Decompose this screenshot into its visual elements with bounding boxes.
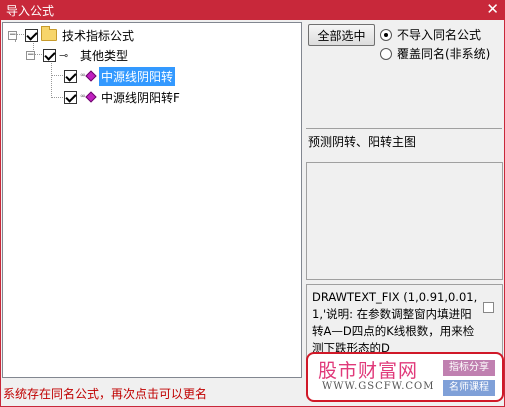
tree-label-root: 技术指标公式 [62, 28, 135, 43]
watermark-title: 股市财富网 [318, 360, 419, 382]
option-overwrite[interactable]: 覆盖同名(非系统) [380, 45, 490, 62]
formula-tree[interactable]: − 技术指标公式 − ⊸ 其他类型 ∞ 中源线阴阳转 ∞ 中源线阴阳转F [2, 22, 302, 378]
tree-item-label[interactable]: 中源线阴阳转F [99, 88, 182, 107]
watermark-tag: 指标分享 [443, 360, 495, 376]
tree-node-root[interactable]: − 技术指标公式 [8, 26, 136, 44]
description-panel: 预测阴转、阳转主图 [306, 128, 502, 158]
option-label: 不导入同名公式 [397, 28, 482, 42]
group-checkbox[interactable] [43, 48, 56, 62]
tree-item[interactable]: ∞ 中源线阴阳转 [60, 66, 176, 86]
formula-icon: ∞ [80, 70, 97, 82]
tree-node-group[interactable]: − ⊸ 其他类型 [26, 46, 130, 64]
description-text: 预测阴转、阳转主图 [308, 135, 417, 149]
radio-button[interactable] [380, 47, 392, 60]
option-skip-duplicates[interactable]: 不导入同名公式 [380, 26, 481, 43]
key-icon: ⊸ [59, 48, 69, 62]
window-title: 导入公式 [6, 4, 55, 18]
watermark-tag: 名师课程 [443, 380, 495, 396]
collapse-icon[interactable]: − [26, 50, 35, 60]
preview-panel [306, 162, 503, 280]
radio-button[interactable] [380, 28, 392, 41]
tree-connector [51, 58, 52, 98]
code-checkbox[interactable] [483, 302, 494, 313]
status-message: 系统存在同名公式，再次点击可以更名 [3, 387, 208, 401]
item-checkbox[interactable] [64, 90, 77, 104]
tree-item-label[interactable]: 中源线阴阳转 [99, 66, 176, 86]
close-icon[interactable]: ✕ [486, 0, 499, 19]
watermark-url: WWW.GSCFW.COM [322, 381, 435, 392]
option-label: 覆盖同名(非系统) [397, 47, 491, 61]
folder-icon [41, 26, 57, 41]
collapse-icon[interactable]: − [8, 30, 17, 40]
formula-code-text: DRAWTEXT_FIX (1,0.91,0.01,1,'说明: 在参数调整窗内… [312, 290, 478, 355]
tree-item[interactable]: ∞ 中源线阴阳转F [60, 88, 182, 106]
formula-icon: ∞ [80, 91, 97, 103]
title-bar: 导入公式 ✕ [0, 0, 505, 20]
watermark-logo: 股市财富网 WWW.GSCFW.COM 指标分享 名师课程 [306, 352, 504, 402]
item-checkbox[interactable] [64, 69, 77, 83]
tree-label-group: 其他类型 [80, 48, 129, 63]
root-checkbox[interactable] [25, 28, 38, 42]
select-all-button[interactable]: 全部选中 [308, 24, 375, 46]
